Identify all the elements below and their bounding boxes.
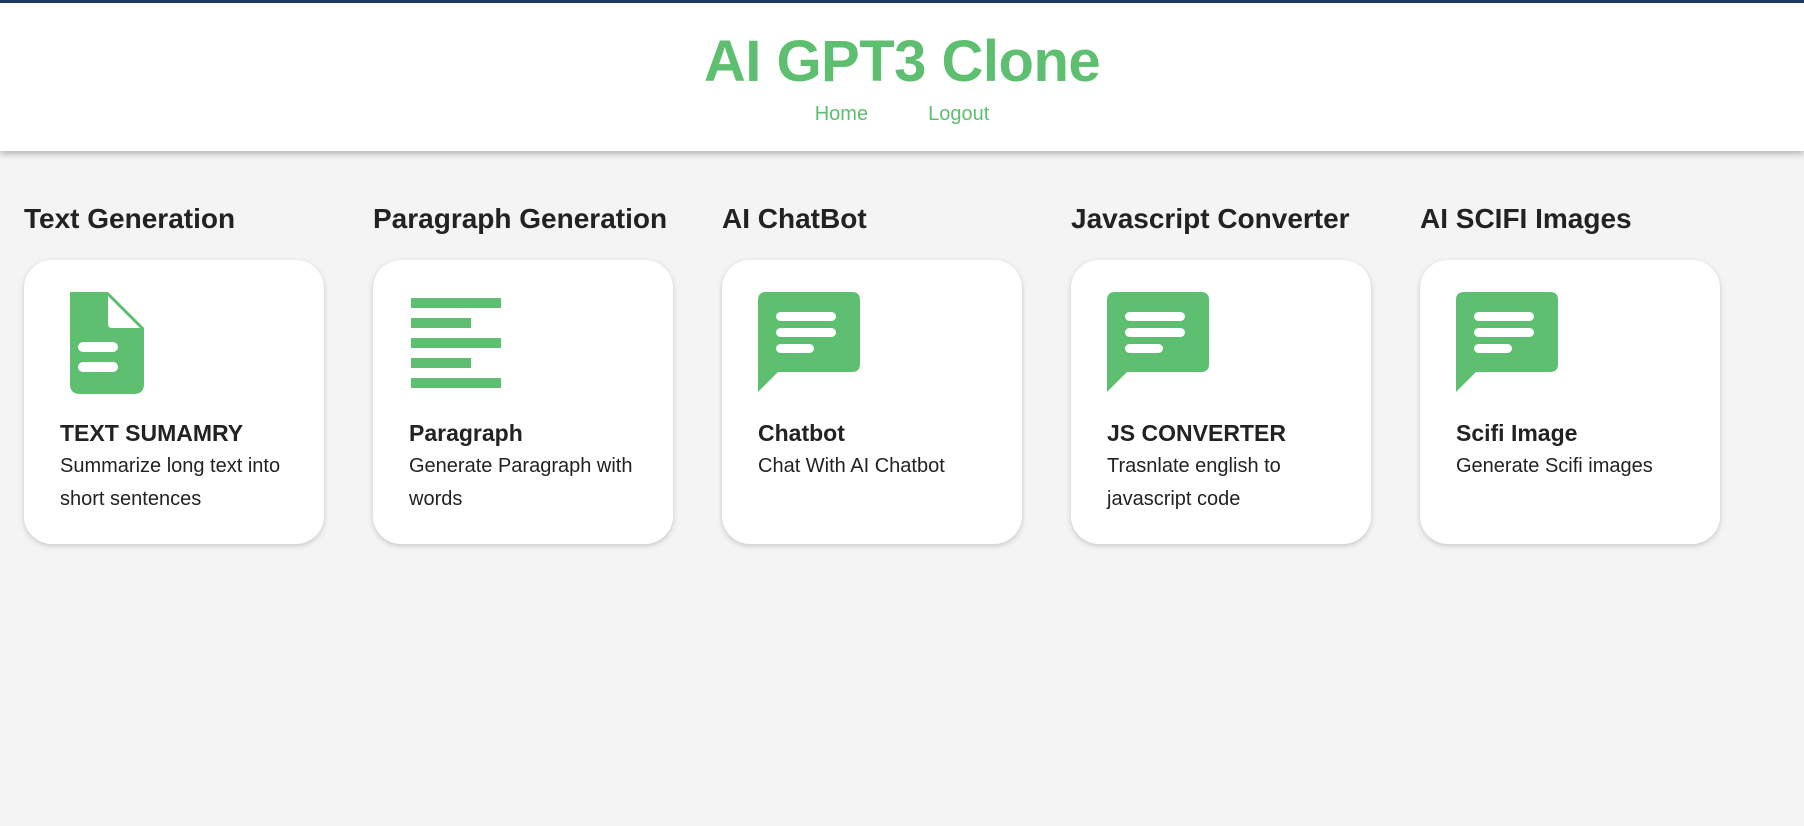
column-ai-scifi-images: AI SCIFI Images Scifi Image Generate Sci… [1420, 198, 1720, 544]
card-scifi-image[interactable]: Scifi Image Generate Scifi images [1420, 260, 1720, 544]
app-title: AI GPT3 Clone [703, 29, 1101, 94]
column-javascript-converter: Javascript Converter JS CONVERTER Trasnl… [1071, 198, 1371, 544]
column-heading: Paragraph Generation [373, 203, 668, 234]
column-heading: Javascript Converter [1071, 203, 1350, 234]
card-js-converter[interactable]: JS CONVERTER Trasnlate english to javasc… [1071, 260, 1371, 544]
card-description: Summarize long text into short sentences [60, 455, 281, 510]
card-title: JS CONVERTER [1107, 420, 1286, 446]
card-title: Scifi Image [1456, 420, 1578, 446]
card-chatbot[interactable]: Chatbot Chat With AI Chatbot [722, 260, 1022, 544]
card-text-summary[interactable]: TEXT SUMAMRY Summarize long text into sh… [24, 260, 324, 544]
document-icon [70, 292, 144, 394]
column-ai-chatbot: AI ChatBot Chatbot Chat With AI Chatbot [722, 198, 1022, 544]
chat-icon [1107, 292, 1209, 392]
card-paragraph[interactable]: Paragraph Generate Paragraph with words [373, 260, 673, 544]
column-heading: AI ChatBot [722, 203, 867, 234]
nav-logout-link[interactable]: Logout [928, 103, 989, 126]
card-description: Generate Scifi images [1456, 455, 1653, 477]
chat-icon [1456, 292, 1558, 392]
card-title: TEXT SUMAMRY [60, 420, 244, 446]
card-description: Trasnlate english to javascript code [1107, 455, 1281, 510]
main-nav: Home Logout [0, 103, 1804, 126]
card-title: Paragraph [409, 420, 523, 446]
column-heading: Text Generation [24, 203, 236, 234]
card-title: Chatbot [758, 420, 845, 446]
column-text-generation: Text Generation TEXT SUMAMRY Summarize l… [24, 198, 324, 544]
card-description: Generate Paragraph with words [409, 455, 633, 510]
column-paragraph-generation: Paragraph Generation Paragraph Generate … [373, 198, 673, 544]
nav-home-link[interactable]: Home [815, 103, 868, 126]
align-left-icon [411, 298, 501, 388]
feature-grid: Text Generation TEXT SUMAMRY Summarize l… [24, 198, 1720, 544]
column-heading: AI SCIFI Images [1420, 203, 1632, 234]
card-description: Chat With AI Chatbot [758, 455, 945, 477]
chat-icon [758, 292, 860, 392]
app-header: AI GPT3 Clone Home Logout [0, 3, 1804, 151]
